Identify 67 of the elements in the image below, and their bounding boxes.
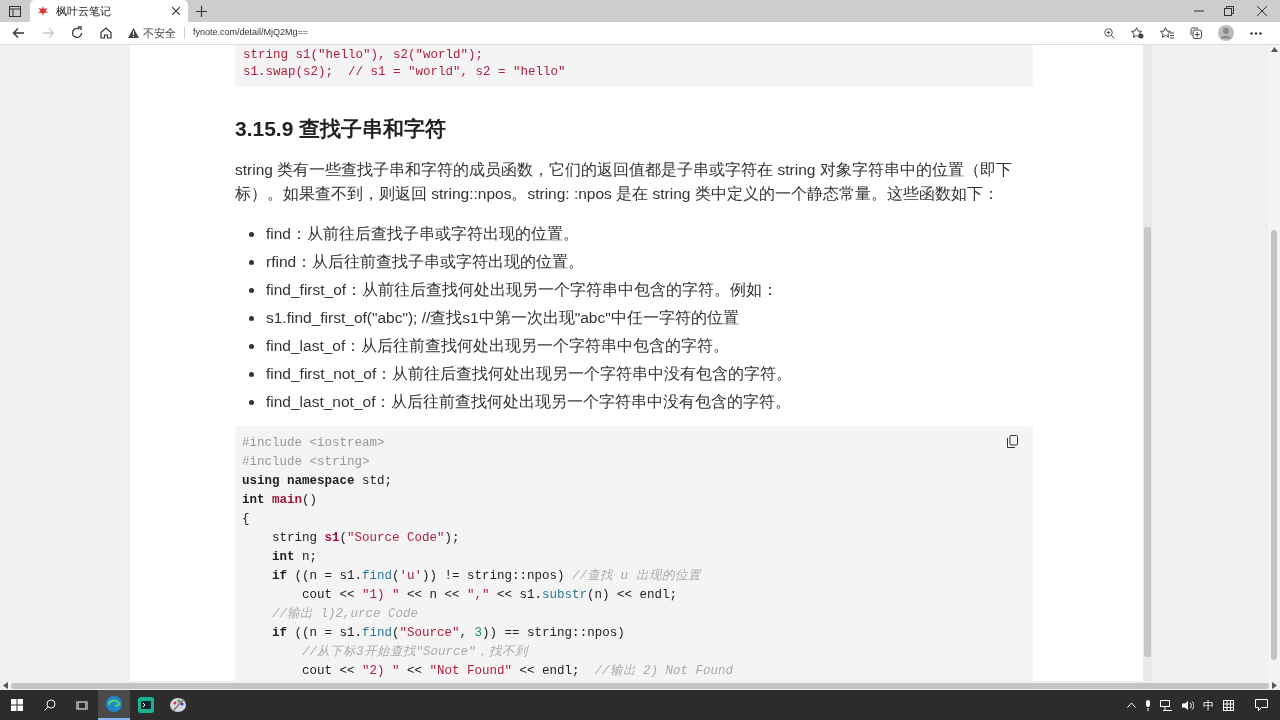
browser-tab[interactable]: 枫叶云笔记 bbox=[30, 0, 188, 22]
url-text[interactable]: fynote.com/detail/MjQ2Mg== bbox=[193, 26, 309, 40]
task-view-icon[interactable] bbox=[76, 699, 88, 711]
warning-icon bbox=[128, 28, 139, 38]
list-item-text: rfind：从后往前查找子串或字符出现的位置。 bbox=[266, 252, 585, 273]
input-method-indicator[interactable]: 中 bbox=[1203, 696, 1214, 714]
code-line: int n; bbox=[271, 549, 318, 566]
list-item-text: find_first_not_of：从前往后查找何处出现另一个字符串中没有包含的字符。 bbox=[266, 364, 793, 385]
close-tab-icon[interactable] bbox=[172, 7, 180, 15]
code-line: s1.swap(s2); // s1 = "world", s2 = "hello" bbox=[243, 64, 566, 81]
volume-icon[interactable] bbox=[1182, 699, 1194, 711]
copy-icon[interactable] bbox=[1007, 435, 1018, 448]
add-favorite-icon[interactable] bbox=[1131, 27, 1144, 39]
code-line: if ((n = s1.find("Source", 3)) == string::npos) bbox=[271, 625, 625, 642]
code-line: //从下标3开始查找"Source"，找不到 bbox=[301, 643, 528, 661]
paint-palette-icon bbox=[169, 696, 187, 714]
vertical-scrollbar[interactable] bbox=[1143, 45, 1152, 681]
leaf-icon bbox=[38, 6, 48, 16]
bullet-icon bbox=[249, 231, 254, 237]
code-line: cout << "2) " << "Not Found" << endl; //输出 2) Not Found bbox=[301, 662, 734, 680]
start-icon[interactable] bbox=[11, 699, 23, 711]
network-icon[interactable] bbox=[1160, 699, 1173, 711]
scroll-up-icon[interactable] bbox=[1270, 47, 1278, 52]
code-line: int main() bbox=[242, 492, 318, 509]
tray-caret-icon[interactable] bbox=[1127, 702, 1136, 708]
horizontal-scrollbar[interactable] bbox=[0, 681, 1280, 690]
keyboard-grid-icon[interactable] bbox=[1223, 699, 1234, 711]
code-line: string s1("hello"), s2("world"); bbox=[243, 47, 484, 64]
code-line: #include <iostream> bbox=[242, 435, 385, 452]
paragraph: string 类有一些查找子串和字符的成员函数，它们的返回值都是子串或字符在 string 对象字符串中的位置（即下标）。如果查不到，则返回 string::npos。string: :npos 是在 string 类中定义的一个静态常量。这些函数如下： bbox=[235, 160, 1013, 204]
security-label[interactable]: 不安全 bbox=[143, 24, 176, 42]
microphone-icon[interactable] bbox=[1145, 699, 1151, 711]
code-line: cout << "1) " << n << "," << s1.substr(n) << endl; bbox=[301, 587, 678, 604]
bullet-icon bbox=[249, 259, 254, 265]
list-item-text: find：从前往后查找子串或字符出现的位置。 bbox=[266, 224, 579, 245]
terminal-app-icon bbox=[137, 696, 155, 714]
code-line: #include <string> bbox=[242, 454, 370, 471]
code-line: { bbox=[242, 511, 250, 528]
list-item-text: s1.find_first_of("abc"); //查找s1中第一次出现"abc"中任一字符的位置 bbox=[266, 308, 739, 329]
profile-avatar-icon[interactable] bbox=[1218, 25, 1234, 41]
favorites-icon[interactable] bbox=[1160, 27, 1174, 39]
notification-icon[interactable] bbox=[1255, 699, 1268, 711]
zoom-icon[interactable] bbox=[1104, 27, 1115, 39]
list-item-text: find_last_of：从后往前查找何处出现另一个字符串中包含的字符。 bbox=[266, 336, 730, 357]
list-item-text: find_first_of：从前往后查找何处出现另一个字符串中包含的字符。例如： bbox=[266, 280, 779, 301]
more-icon[interactable] bbox=[1250, 31, 1262, 35]
bullet-icon bbox=[249, 287, 254, 293]
page-scrollbar[interactable] bbox=[1268, 45, 1280, 681]
bullet-icon bbox=[249, 371, 254, 377]
back-icon[interactable] bbox=[11, 26, 26, 40]
code-line: //输出 l)2,urce Code bbox=[271, 605, 419, 623]
code-line: using namespace std; bbox=[242, 473, 393, 490]
bullet-icon bbox=[249, 315, 254, 321]
code-line: if ((n = s1.find('u')) != string::npos) //查找 u 出现的位置 bbox=[271, 567, 701, 585]
scroll-left-icon[interactable] bbox=[3, 682, 8, 689]
bullet-icon bbox=[249, 343, 254, 349]
edge-browser-icon bbox=[105, 695, 123, 713]
scroll-right-icon[interactable] bbox=[1272, 682, 1277, 689]
list-item-text: find_last_not_of：从后往前查找何处出现另一个字符串中没有包含的字符。 bbox=[266, 392, 792, 413]
refresh-icon[interactable] bbox=[69, 26, 84, 40]
taskbar-app-button[interactable] bbox=[98, 690, 130, 720]
code-line: string s1("Source Code"); bbox=[271, 530, 460, 547]
collections-icon[interactable] bbox=[1190, 27, 1202, 39]
search-icon[interactable] bbox=[44, 699, 56, 711]
bullet-icon bbox=[249, 399, 254, 405]
home-icon[interactable] bbox=[98, 26, 113, 40]
section-heading: 3.15.9 查找子串和字符 bbox=[235, 116, 448, 142]
